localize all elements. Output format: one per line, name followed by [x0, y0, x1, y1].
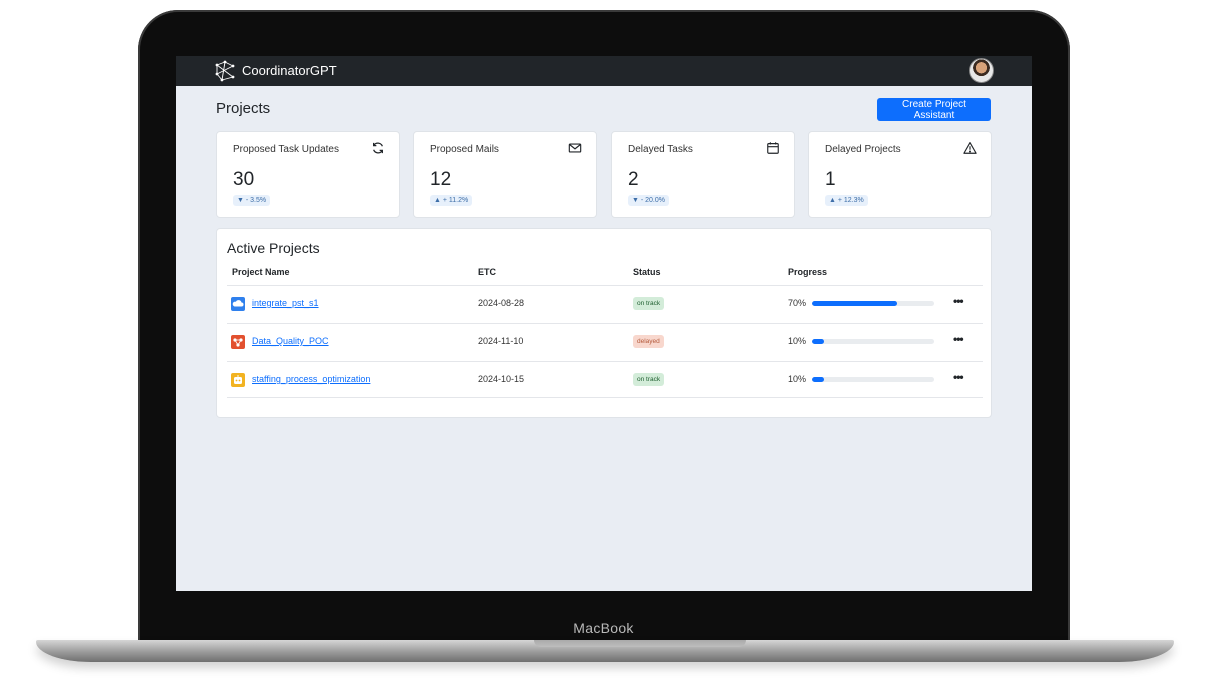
- status-badge: delayed: [633, 335, 664, 348]
- app-title[interactable]: CoordinatorGPT: [242, 63, 337, 78]
- app-screen: CoordinatorGPT Projects Create Project A…: [176, 56, 1032, 591]
- calendar-icon: [767, 142, 779, 154]
- stat-change-badge: ▼ - 3.5%: [233, 195, 271, 206]
- progress-bar: [812, 339, 934, 344]
- envelope-icon: [568, 143, 582, 153]
- column-header-status: Status: [633, 267, 661, 277]
- stat-change-badge: ▼ - 20.0%: [628, 195, 669, 206]
- active-projects-panel: Active Projects Project Name ETC Status …: [216, 228, 992, 418]
- table-row: integrate_pst_s1 2024-08-28 on track 70%…: [227, 285, 983, 323]
- etc-date: 2024-11-10: [478, 336, 524, 346]
- more-options-icon[interactable]: •••: [953, 332, 964, 346]
- stat-label: Proposed Mails: [430, 144, 499, 155]
- stat-card-proposed-mails: Proposed Mails 12 ▲ + 11.2%: [413, 131, 597, 218]
- project-link[interactable]: Data_Quality_POC: [252, 336, 329, 346]
- cloud-project-icon: [231, 297, 245, 311]
- column-header-etc: ETC: [478, 267, 496, 277]
- stat-label: Delayed Tasks: [628, 144, 693, 155]
- network-project-icon: [231, 335, 245, 349]
- table-row: staffing_process_optimization 2024-10-15…: [227, 361, 983, 399]
- more-options-icon[interactable]: •••: [953, 294, 964, 308]
- etc-date: 2024-08-28: [478, 298, 525, 308]
- warning-icon: [963, 142, 977, 154]
- stat-value: 12: [430, 169, 452, 190]
- progress-fill: [812, 377, 825, 382]
- page-title: Projects: [216, 100, 271, 117]
- stat-value: 30: [233, 169, 255, 190]
- progress-fill: [812, 339, 825, 344]
- stat-value: 1: [825, 169, 836, 190]
- project-link[interactable]: integrate_pst_s1: [252, 298, 319, 308]
- laptop-base: [36, 640, 1174, 662]
- stat-card-proposed-task-updates: Proposed Task Updates 30 ▼ - 3.5%: [216, 131, 400, 218]
- progress-bar: [812, 301, 934, 306]
- laptop-brand: MacBook: [573, 620, 634, 636]
- stat-label: Delayed Projects: [825, 144, 901, 155]
- progress-percent: 70%: [788, 298, 807, 308]
- progress-percent: 10%: [788, 336, 807, 346]
- progress-percent: 10%: [788, 374, 807, 384]
- stat-card-delayed-projects: Delayed Projects 1 ▲ + 12.3%: [808, 131, 992, 218]
- stat-label: Proposed Task Updates: [233, 144, 339, 155]
- top-navbar: CoordinatorGPT: [176, 56, 1032, 86]
- project-link[interactable]: staffing_process_optimization: [252, 374, 370, 384]
- column-header-progress: Progress: [788, 267, 828, 277]
- bot-project-icon: [231, 373, 245, 387]
- status-badge: on track: [633, 373, 665, 386]
- table-row: Data_Quality_POC 2024-11-10 delayed 10% …: [227, 323, 983, 361]
- user-avatar[interactable]: [969, 58, 994, 83]
- stat-change-badge: ▲ + 12.3%: [825, 195, 868, 206]
- progress-fill: [812, 301, 898, 306]
- status-badge: on track: [633, 297, 665, 310]
- more-options-icon[interactable]: •••: [953, 370, 964, 384]
- refresh-icon: [373, 142, 383, 154]
- logo-icon[interactable]: [214, 60, 236, 82]
- table-bottom-border: [227, 397, 983, 398]
- create-project-assistant-button[interactable]: Create Project Assistant: [877, 98, 991, 121]
- progress-bar: [812, 377, 934, 382]
- stat-value: 2: [628, 169, 639, 190]
- stat-change-badge: ▲ + 11.2%: [430, 195, 473, 206]
- panel-title: Active Projects: [227, 240, 320, 256]
- etc-date: 2024-10-15: [478, 374, 525, 384]
- column-header-project-name: Project Name: [232, 267, 290, 277]
- laptop-notch: [534, 640, 746, 647]
- stat-card-delayed-tasks: Delayed Tasks 2 ▼ - 20.0%: [611, 131, 795, 218]
